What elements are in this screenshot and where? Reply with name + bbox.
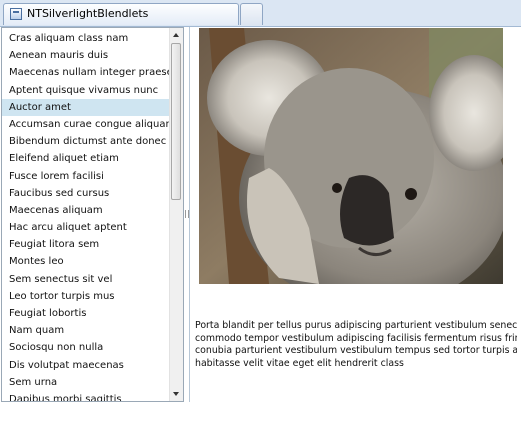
list-item[interactable]: Aenean mauris duis: [2, 47, 170, 64]
list-item[interactable]: Sem urna: [2, 374, 170, 391]
list-item[interactable]: Dapibus morbi sagittis: [2, 391, 170, 401]
item-listbox[interactable]: Cras aliquam class nam Aenean mauris duis…: [1, 27, 184, 402]
list-item[interactable]: Sem senectus sit vel: [2, 271, 170, 288]
window-icon: [10, 8, 22, 20]
list-item[interactable]: Auctor amet: [2, 98, 170, 116]
list-item[interactable]: Montes leo: [2, 253, 170, 270]
new-tab-button[interactable]: [240, 3, 263, 25]
list-item[interactable]: Nam quam: [2, 322, 170, 339]
scroll-up-arrow-icon[interactable]: [173, 33, 179, 37]
paragraph-line: commodo tempor vestibulum adipiscing fac…: [195, 332, 517, 344]
koala-photo: [199, 28, 503, 284]
list-item[interactable]: Accumsan curae congue aliquam: [2, 116, 170, 133]
tab-strip: NTSilverlightBlendlets: [0, 0, 521, 27]
list-item[interactable]: Eleifend aliquet etiam: [2, 150, 170, 167]
list-item[interactable]: Feugiat litora sem: [2, 236, 170, 253]
list-items: Cras aliquam class nam Aenean mauris duis…: [2, 30, 170, 401]
paragraph-line: habitasse velit vitae eget elit hendreri…: [195, 357, 404, 369]
list-item[interactable]: Maecenas nullam integer praesent: [2, 64, 170, 81]
detail-pane: Porta blandit per tellus purus adipiscin…: [189, 27, 520, 402]
list-item[interactable]: Dis volutpat maecenas: [2, 357, 170, 374]
list-item[interactable]: Feugiat lobortis: [2, 305, 170, 322]
list-item[interactable]: Faucibus sed cursus: [2, 185, 170, 202]
list-item[interactable]: Aptent quisque vivamus nunc: [2, 82, 170, 99]
scroll-down-arrow-icon[interactable]: [173, 392, 179, 396]
vertical-scrollbar[interactable]: [169, 28, 183, 401]
list-item[interactable]: Hac arcu aliquet aptent: [2, 219, 170, 236]
list-item[interactable]: Fusce lorem facilisi: [2, 168, 170, 185]
description-text: Porta blandit per tellus purus adipiscin…: [195, 320, 517, 370]
list-item[interactable]: Maecenas aliquam: [2, 202, 170, 219]
scroll-thumb[interactable]: [171, 43, 181, 200]
tab-ntsilverlightblendlets[interactable]: NTSilverlightBlendlets: [3, 3, 239, 25]
tab-title: NTSilverlightBlendlets: [27, 7, 149, 20]
list-item[interactable]: Cras aliquam class nam: [2, 30, 170, 47]
app-content: Cras aliquam class nam Aenean mauris duis…: [0, 27, 521, 431]
list-item[interactable]: Leo tortor turpis mus: [2, 288, 170, 305]
list-item[interactable]: Sociosqu non nulla: [2, 339, 170, 356]
paragraph-line: Porta blandit per tellus purus adipiscin…: [195, 320, 517, 331]
list-item[interactable]: Bibendum dictumst ante donec: [2, 133, 170, 150]
paragraph-line: conubia parturient vestibulum vestibulum…: [195, 345, 517, 357]
